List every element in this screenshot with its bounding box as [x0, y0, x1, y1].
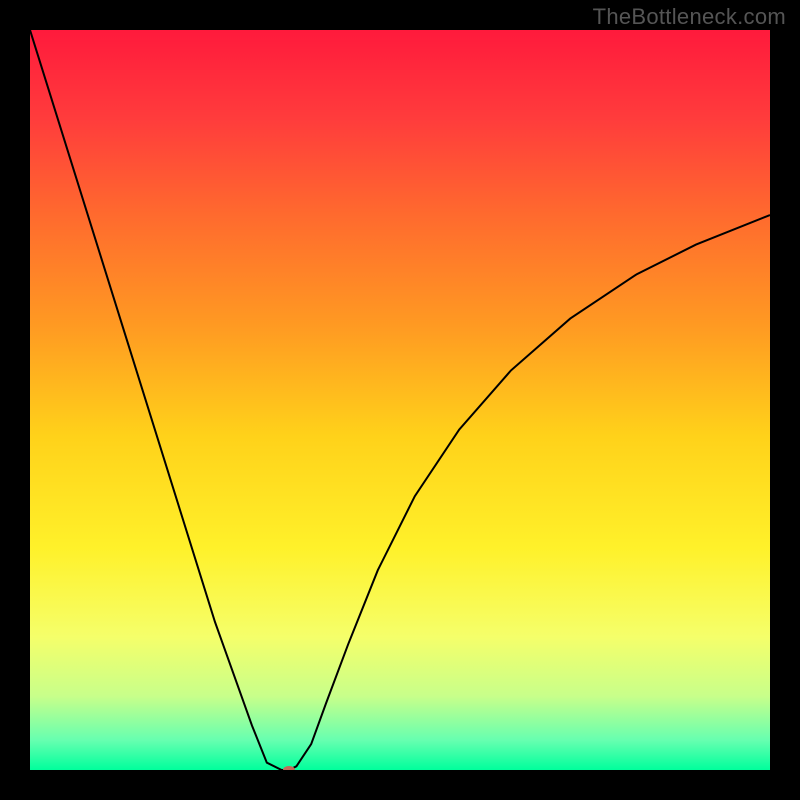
gradient-background: [30, 30, 770, 770]
plot-area: [30, 30, 770, 770]
chart-svg: [30, 30, 770, 770]
chart-stage: TheBottleneck.com: [0, 0, 800, 800]
watermark-text: TheBottleneck.com: [593, 4, 786, 30]
